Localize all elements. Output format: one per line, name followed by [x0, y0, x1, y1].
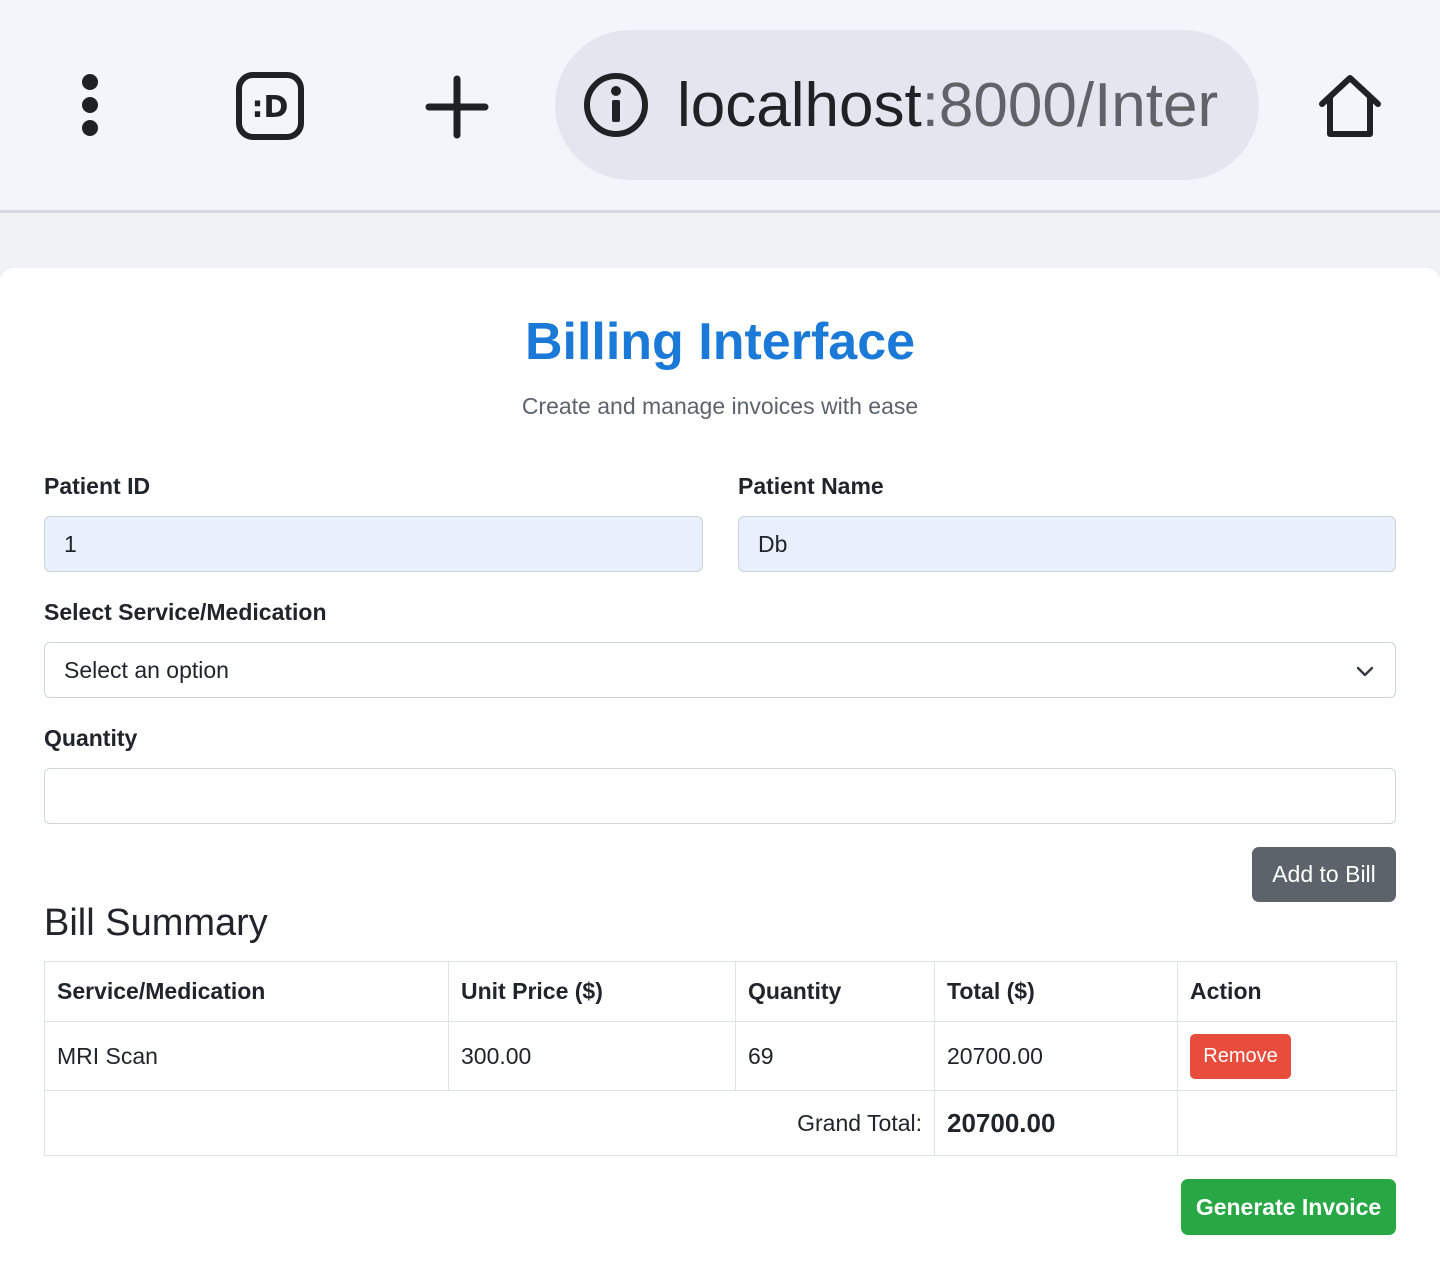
empty-cell	[1177, 1090, 1397, 1156]
column-header: Total ($)	[934, 961, 1178, 1022]
patient-name-value: Db	[758, 530, 788, 557]
patient-id-input[interactable]: 1	[44, 516, 703, 572]
svg-text::D: :D	[252, 90, 289, 125]
chevron-down-icon	[1356, 666, 1374, 677]
grand-total-value: 20700.00	[934, 1090, 1178, 1156]
url-text[interactable]: localhost:8000/Inter	[677, 70, 1218, 141]
url-host: localhost	[677, 70, 922, 140]
service-select[interactable]: Select an option	[44, 642, 1396, 698]
home-icon[interactable]	[1310, 66, 1390, 146]
grand-total-label: Grand Total:	[44, 1090, 935, 1156]
add-to-bill-button[interactable]: Add to Bill	[1252, 847, 1396, 902]
column-header: Quantity	[735, 961, 935, 1022]
table-row: MRI Scan 300.00 69 20700.00 Remove	[44, 1021, 1397, 1091]
page-title: Billing Interface	[524, 313, 916, 371]
service-cell: MRI Scan	[44, 1021, 449, 1091]
browser-toolbar: :D localhost:8000/Inter	[0, 0, 1440, 213]
address-bar[interactable]: localhost:8000/Inter	[555, 30, 1259, 180]
bill-table: Service/Medication Unit Price ($) Quanti…	[44, 961, 1397, 1156]
column-header: Action	[1177, 961, 1397, 1022]
more-vert-icon[interactable]	[60, 70, 120, 140]
url-path: :8000/Inter	[921, 70, 1219, 140]
patient-name-label: Patient Name	[738, 473, 884, 499]
quantity-input[interactable]	[44, 768, 1396, 824]
patient-name-input[interactable]: Db	[738, 516, 1396, 572]
info-icon[interactable]	[581, 70, 651, 140]
unit-price-cell: 300.00	[448, 1021, 736, 1091]
patient-id-label: Patient ID	[44, 473, 151, 499]
service-label: Select Service/Medication	[44, 599, 327, 625]
patient-id-value: 1	[64, 530, 77, 557]
service-select-value: Select an option	[64, 656, 229, 683]
column-header: Service/Medication	[44, 961, 449, 1022]
page-subtitle: Create and manage invoices with ease	[521, 393, 919, 419]
remove-button[interactable]: Remove	[1190, 1033, 1291, 1079]
column-header: Unit Price ($)	[448, 961, 736, 1022]
quantity-cell: 69	[735, 1021, 935, 1091]
grand-total-row: Grand Total: 20700.00	[44, 1090, 1397, 1156]
bill-summary-title: Bill Summary	[44, 902, 268, 944]
total-cell: 20700.00	[934, 1021, 1178, 1091]
table-header-row: Service/Medication Unit Price ($) Quanti…	[44, 961, 1397, 1022]
action-cell: Remove	[1177, 1021, 1397, 1091]
extension-icon[interactable]: :D	[230, 68, 310, 144]
plus-icon[interactable]	[420, 70, 494, 144]
quantity-label: Quantity	[44, 725, 138, 751]
generate-invoice-button[interactable]: Generate Invoice	[1181, 1179, 1396, 1235]
